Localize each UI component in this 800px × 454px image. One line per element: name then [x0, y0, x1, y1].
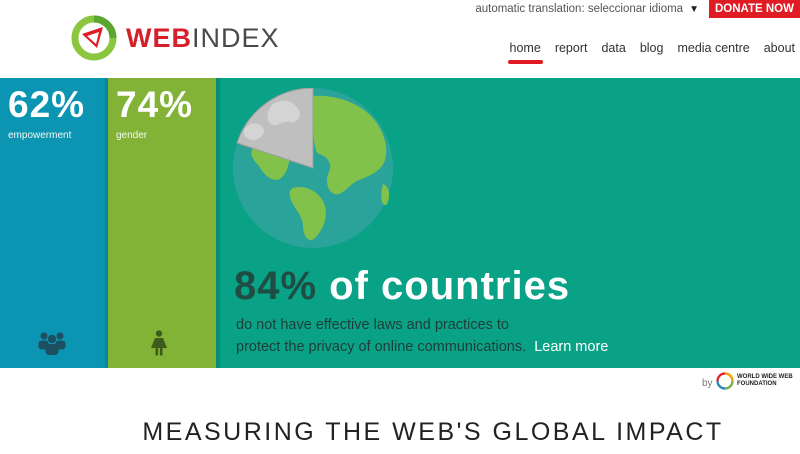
- stat-panel-gender[interactable]: 74% gender: [108, 78, 216, 368]
- logo-wordmark: WEBINDEX: [126, 22, 280, 53]
- stat-value: 62%: [8, 84, 86, 125]
- wwwf-logo-icon: [716, 372, 734, 390]
- webindex-logo[interactable]: WEBINDEX: [70, 14, 280, 62]
- webindex-logo-icon: [71, 15, 117, 61]
- hero-banner: 62% empowerment 74% gender 84% of countr…: [0, 78, 800, 368]
- logo-index: INDEX: [192, 22, 280, 53]
- by-label: by: [702, 378, 713, 389]
- woman-icon: [151, 330, 167, 356]
- nav-home[interactable]: home: [507, 41, 544, 64]
- dropdown-arrow-icon: ▼: [689, 3, 699, 15]
- logo-web: WEB: [126, 22, 192, 53]
- main-nav: home report data blog media centre about: [496, 41, 795, 64]
- translate-label: automatic translation: seleccionar idiom…: [475, 3, 684, 15]
- headline: 84% of countries: [234, 264, 570, 309]
- group-people-icon: [38, 332, 66, 355]
- globe-icon: [233, 88, 393, 248]
- wwwf-name: WORLD WIDE WEB FOUNDATION: [737, 374, 793, 387]
- nav-media-centre[interactable]: media centre: [677, 41, 749, 55]
- utility-bar: automatic translation: seleccionar idiom…: [475, 0, 800, 18]
- headline-subtext-line2: protect the privacy of online communicat…: [236, 339, 608, 355]
- subtext-line2: protect the privacy of online communicat…: [236, 339, 527, 355]
- stat-panel-empowerment[interactable]: 62% empowerment: [0, 78, 108, 368]
- stat-value: 74%: [116, 84, 194, 125]
- stat-label: gender: [116, 130, 148, 141]
- site-header: WEBINDEX automatic translation: seleccio…: [0, 0, 800, 78]
- nav-about[interactable]: about: [764, 41, 795, 55]
- stat-label: empowerment: [8, 130, 72, 141]
- page-tagline: MEASURING THE WEB'S GLOBAL IMPACT: [142, 418, 724, 446]
- donate-button[interactable]: DONATE NOW: [708, 0, 800, 18]
- translate-selector[interactable]: automatic translation: seleccionar idiom…: [475, 3, 699, 15]
- headline-text: of countries: [317, 264, 571, 308]
- nav-report[interactable]: report: [555, 41, 588, 55]
- headline-subtext-line1: do not have effective laws and practices…: [236, 317, 509, 333]
- nav-data[interactable]: data: [601, 41, 625, 55]
- headline-number: 84%: [234, 264, 318, 308]
- nav-blog[interactable]: blog: [640, 41, 664, 55]
- wwwf-logo[interactable]: WORLD WIDE WEB FOUNDATION: [716, 372, 799, 390]
- learn-more-link[interactable]: Learn more: [534, 339, 608, 355]
- panel-divider: [216, 78, 220, 368]
